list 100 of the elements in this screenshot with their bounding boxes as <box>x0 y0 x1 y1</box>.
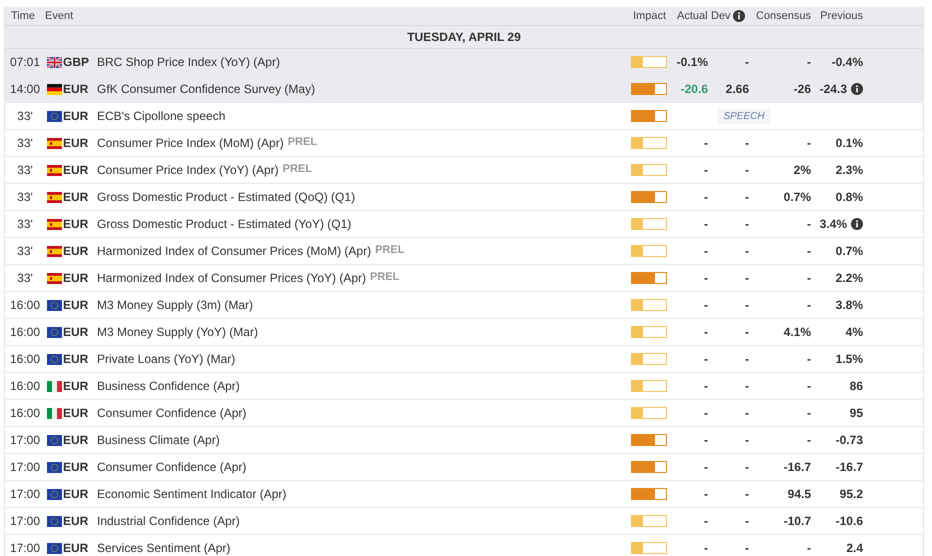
consensus-value: 94.5 <box>786 487 812 501</box>
impact-meter <box>631 326 667 338</box>
event-row[interactable]: 07:01 GBP BRC Shop Price Index (YoY) (Apr) -0.1% - - -0.4% <box>5 49 923 76</box>
consensus-value: 4.1% <box>782 325 812 339</box>
actual-value: - <box>703 217 709 231</box>
impact-meter <box>631 56 667 68</box>
info-icon[interactable] <box>851 218 863 230</box>
previous-value: 95 <box>850 406 863 420</box>
deviation-value: - <box>744 352 750 366</box>
time-text: 17:00 <box>8 541 42 555</box>
deviation-value: 2.66 <box>724 82 750 96</box>
currency-code: EUR <box>63 460 90 474</box>
event-title[interactable]: Business Confidence (Apr) <box>97 379 240 393</box>
event-title[interactable]: Economic Sentiment Indicator (Apr) <box>97 487 286 501</box>
column-header: Previous <box>820 10 863 22</box>
speech-label: SPEECH <box>718 108 770 124</box>
deviation-value: - <box>744 136 750 150</box>
preliminary-tag: PREL <box>370 271 400 285</box>
event-title[interactable]: Consumer Price Index (YoY) (Apr) <box>97 163 279 177</box>
actual-value: - <box>703 163 709 177</box>
impact-meter <box>631 83 667 95</box>
currency-code: EUR <box>63 406 90 420</box>
impact-meter <box>631 353 667 365</box>
time-text: 17:00 <box>8 487 42 501</box>
actual-value: - <box>703 541 709 555</box>
previous-value: -0.4% <box>832 55 863 69</box>
time-text: 33' <box>16 217 34 231</box>
event-title[interactable]: Harmonized Index of Consumer Prices (YoY) (Apr) <box>97 271 366 285</box>
event-title[interactable]: M3 Money Supply (YoY) (Mar) <box>97 325 258 339</box>
deviation-value: - <box>744 514 750 528</box>
currency-code: EUR <box>63 82 90 96</box>
time-text: 17:00 <box>8 433 42 447</box>
time-text: 33' <box>16 109 34 123</box>
previous-value: 3.4% <box>820 217 847 231</box>
event-title[interactable]: Consumer Confidence (Apr) <box>97 406 246 420</box>
event-title[interactable]: Consumer Confidence (Apr) <box>97 460 246 474</box>
actual-value: - <box>703 271 709 285</box>
impact-meter <box>631 110 667 122</box>
event-title[interactable]: Gross Domestic Product - Estimated (QoQ) (Q1) <box>97 190 356 204</box>
time-text: 16:00 <box>8 379 42 393</box>
event-title[interactable]: GfK Consumer Confidence Survey (May) <box>97 82 316 96</box>
impact-meter <box>631 299 667 311</box>
currency-code: EUR <box>63 217 90 231</box>
info-icon[interactable] <box>851 83 863 95</box>
currency-code: EUR <box>63 190 90 204</box>
currency-code: EUR <box>63 271 90 285</box>
deviation-value: - <box>744 190 750 204</box>
info-icon[interactable] <box>732 10 745 22</box>
impact-meter <box>631 191 667 203</box>
actual-value: - <box>703 514 709 528</box>
previous-value: 95.2 <box>840 487 863 501</box>
consensus-value: - <box>806 352 812 366</box>
currency-code: EUR <box>63 352 90 366</box>
actual-value: - <box>703 325 709 339</box>
actual-value: -20.6 <box>680 82 709 96</box>
event-title[interactable]: ECB's Cipollone speech <box>97 109 226 123</box>
consensus-value: - <box>806 406 812 420</box>
event-title[interactable]: Harmonized Index of Consumer Prices (MoM) (Apr) <box>97 244 372 258</box>
time-text: 16:00 <box>8 406 42 420</box>
column-header: Actual <box>677 10 708 22</box>
deviation-value: - <box>744 163 750 177</box>
currency-code: EUR <box>63 541 90 555</box>
impact-meter <box>631 515 667 527</box>
column-header: Impact <box>633 10 666 22</box>
time-text: 17:00 <box>8 514 42 528</box>
event-title[interactable]: BRC Shop Price Index (YoY) (Apr) <box>97 55 280 69</box>
event-title[interactable]: Consumer Price Index (MoM) (Apr) <box>97 136 284 150</box>
event-title[interactable]: Gross Domestic Product - Estimated (YoY) (Q1) <box>97 217 352 231</box>
time-text: 33' <box>16 163 34 177</box>
previous-value: 0.8% <box>836 190 863 204</box>
deviation-value: - <box>744 541 750 555</box>
actual-value: - <box>703 352 709 366</box>
event-title[interactable]: Private Loans (YoY) (Mar) <box>97 352 236 366</box>
event-row[interactable]: 14:00 EUR GfK Consumer Confidence Survey (May) -20.6 2.66 -26 -24.3 <box>5 76 923 103</box>
consensus-value: -10.7 <box>782 514 812 528</box>
column-header: Dev <box>711 10 731 22</box>
previous-value: 86 <box>850 379 863 393</box>
previous-value: 3.8% <box>836 298 863 312</box>
previous-value: 4% <box>846 325 863 339</box>
actual-value: - <box>703 460 709 474</box>
event-title[interactable]: Business Climate (Apr) <box>97 433 220 447</box>
event-title[interactable]: M3 Money Supply (3m) (Mar) <box>97 298 254 312</box>
event-title[interactable]: Services Sentiment (Apr) <box>97 541 230 555</box>
currency-code: EUR <box>63 433 90 447</box>
event-title[interactable]: Industrial Confidence (Apr) <box>97 514 240 528</box>
impact-meter <box>631 407 667 419</box>
previous-value: -24.3 <box>820 82 847 96</box>
previous-value: 0.7% <box>836 244 863 258</box>
previous-value: 2.4 <box>846 541 863 555</box>
deviation-value: - <box>744 298 750 312</box>
consensus-value: - <box>806 379 812 393</box>
time-text: 17:00 <box>8 460 42 474</box>
deviation-value: - <box>744 406 750 420</box>
impact-meter <box>631 272 667 284</box>
deviation-value: - <box>744 271 750 285</box>
consensus-value: 0.7% <box>782 190 812 204</box>
consensus-value: -16.7 <box>782 460 812 474</box>
actual-value: - <box>703 136 709 150</box>
impact-meter <box>631 164 667 176</box>
currency-code: GBP <box>63 55 90 69</box>
